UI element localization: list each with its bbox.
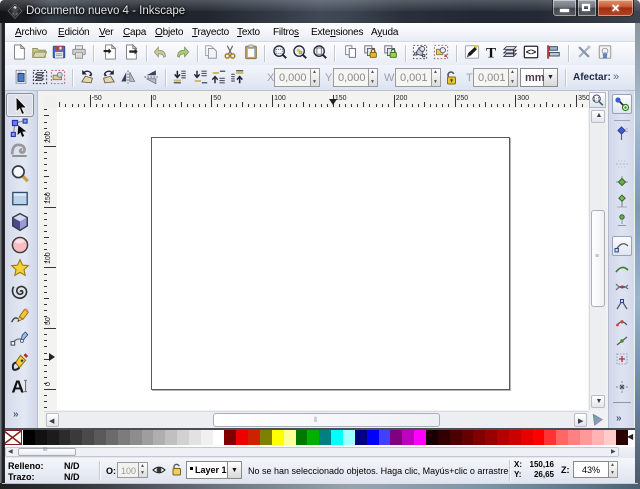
svg-text:<>: <> (526, 47, 536, 57)
svg-text:1:1: 1:1 (593, 97, 600, 103)
svg-text:T: T (486, 45, 496, 60)
svg-text:A: A (11, 377, 24, 396)
